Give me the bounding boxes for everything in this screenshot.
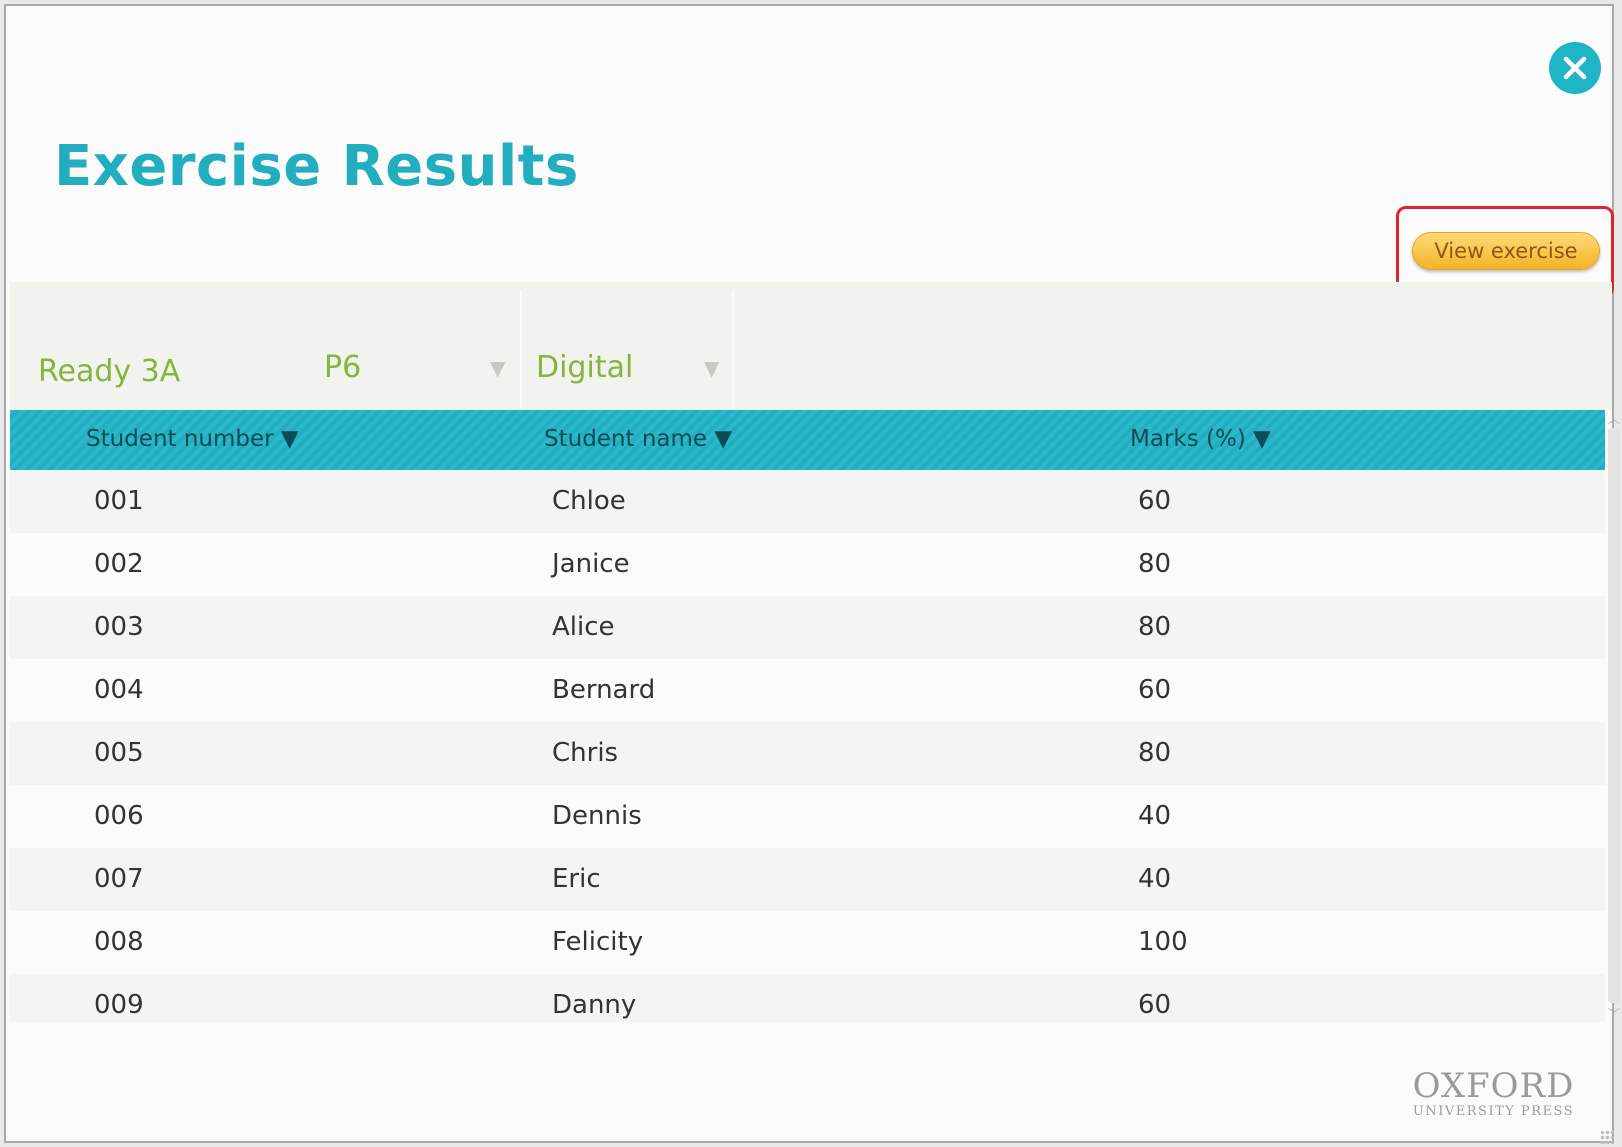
table-row[interactable]: 001 Chloe 60 (10, 470, 1605, 533)
marks-cell: 40 (1138, 864, 1172, 894)
student-number-cell: 001 (94, 486, 144, 516)
student-name-cell: Chloe (552, 486, 626, 516)
student-name-cell: Bernard (552, 675, 656, 705)
dropdown-arrow-icon: ▼ (704, 356, 720, 380)
student-name-cell: Chris (552, 738, 619, 768)
student-number-cell: 007 (94, 864, 144, 894)
student-number-cell: 002 (94, 549, 144, 579)
table-header: Student number ▼ Student name ▼ Marks (%… (10, 410, 1605, 470)
close-button[interactable] (1549, 42, 1601, 94)
marks-cell: 60 (1138, 486, 1172, 516)
table-row[interactable]: 005 Chris 80 (10, 722, 1605, 785)
exercise-results-window: Exercise Results View exercise Ready 3A … (4, 4, 1620, 1144)
table-scrollbar[interactable]: ︿ ﹀ (1607, 410, 1621, 1022)
oxford-logo: OXFORD UNIVERSITY PRESS (1406, 1066, 1581, 1119)
table-row[interactable]: 004 Bernard 60 (10, 659, 1605, 722)
class-name-label: Ready 3A (38, 354, 181, 389)
close-icon (1563, 56, 1587, 80)
column-header-marks[interactable]: Marks (%) ▼ (1130, 426, 1271, 452)
student-number-cell: 006 (94, 801, 144, 831)
dropdown-arrow-icon: ▼ (490, 356, 506, 380)
marks-cell: 40 (1138, 801, 1172, 831)
column-header-student-name[interactable]: Student name ▼ (544, 426, 732, 452)
marks-cell: 80 (1138, 738, 1172, 768)
filter-divider (732, 290, 734, 408)
grade-dropdown[interactable]: P6 ▼ (310, 332, 515, 402)
scroll-down-icon[interactable]: ﹀ (1607, 1005, 1621, 1021)
marks-cell: 100 (1138, 927, 1188, 957)
filter-bar: Ready 3A P6 ▼ Digital ▼ (10, 282, 1612, 410)
logo-wordmark: OXFORD (1412, 1066, 1575, 1106)
student-name-cell: Dennis (552, 801, 642, 831)
table-row[interactable]: 003 Alice 80 (10, 596, 1605, 659)
table-row[interactable]: 009 Danny 60 (10, 974, 1605, 1022)
table-row[interactable]: 008 Felicity 100 (10, 911, 1605, 974)
student-name-cell: Alice (552, 612, 615, 642)
results-table: Student number ▼ Student name ▼ Marks (%… (10, 410, 1605, 1022)
mode-dropdown-value: Digital (536, 350, 634, 385)
student-number-cell: 005 (94, 738, 144, 768)
student-number-cell: 009 (94, 990, 144, 1020)
table-row[interactable]: 006 Dennis 40 (10, 785, 1605, 848)
marks-cell: 80 (1138, 612, 1172, 642)
student-name-cell: Eric (552, 864, 601, 894)
page-title: Exercise Results (54, 134, 579, 199)
column-header-student-number[interactable]: Student number ▼ (86, 426, 299, 452)
marks-cell: 60 (1138, 990, 1172, 1020)
scroll-up-icon[interactable]: ︿ (1607, 410, 1621, 426)
student-name-cell: Janice (552, 549, 630, 579)
student-number-cell: 004 (94, 675, 144, 705)
mode-dropdown[interactable]: Digital ▼ (524, 332, 729, 402)
marks-cell: 80 (1138, 549, 1172, 579)
filter-divider (520, 290, 522, 408)
logo-subtitle: UNIVERSITY PRESS (1412, 1104, 1575, 1119)
view-exercise-button[interactable]: View exercise (1412, 232, 1600, 270)
student-name-cell: Felicity (552, 927, 644, 957)
table-row[interactable]: 002 Janice 80 (10, 533, 1605, 596)
student-number-cell: 008 (94, 927, 144, 957)
scroll-track[interactable] (1608, 428, 1620, 1003)
resize-grip-icon[interactable] (1600, 1130, 1614, 1144)
student-name-cell: Danny (552, 990, 637, 1020)
student-number-cell: 003 (94, 612, 144, 642)
grade-dropdown-value: P6 (324, 350, 362, 385)
table-row[interactable]: 007 Eric 40 (10, 848, 1605, 911)
marks-cell: 60 (1138, 675, 1172, 705)
